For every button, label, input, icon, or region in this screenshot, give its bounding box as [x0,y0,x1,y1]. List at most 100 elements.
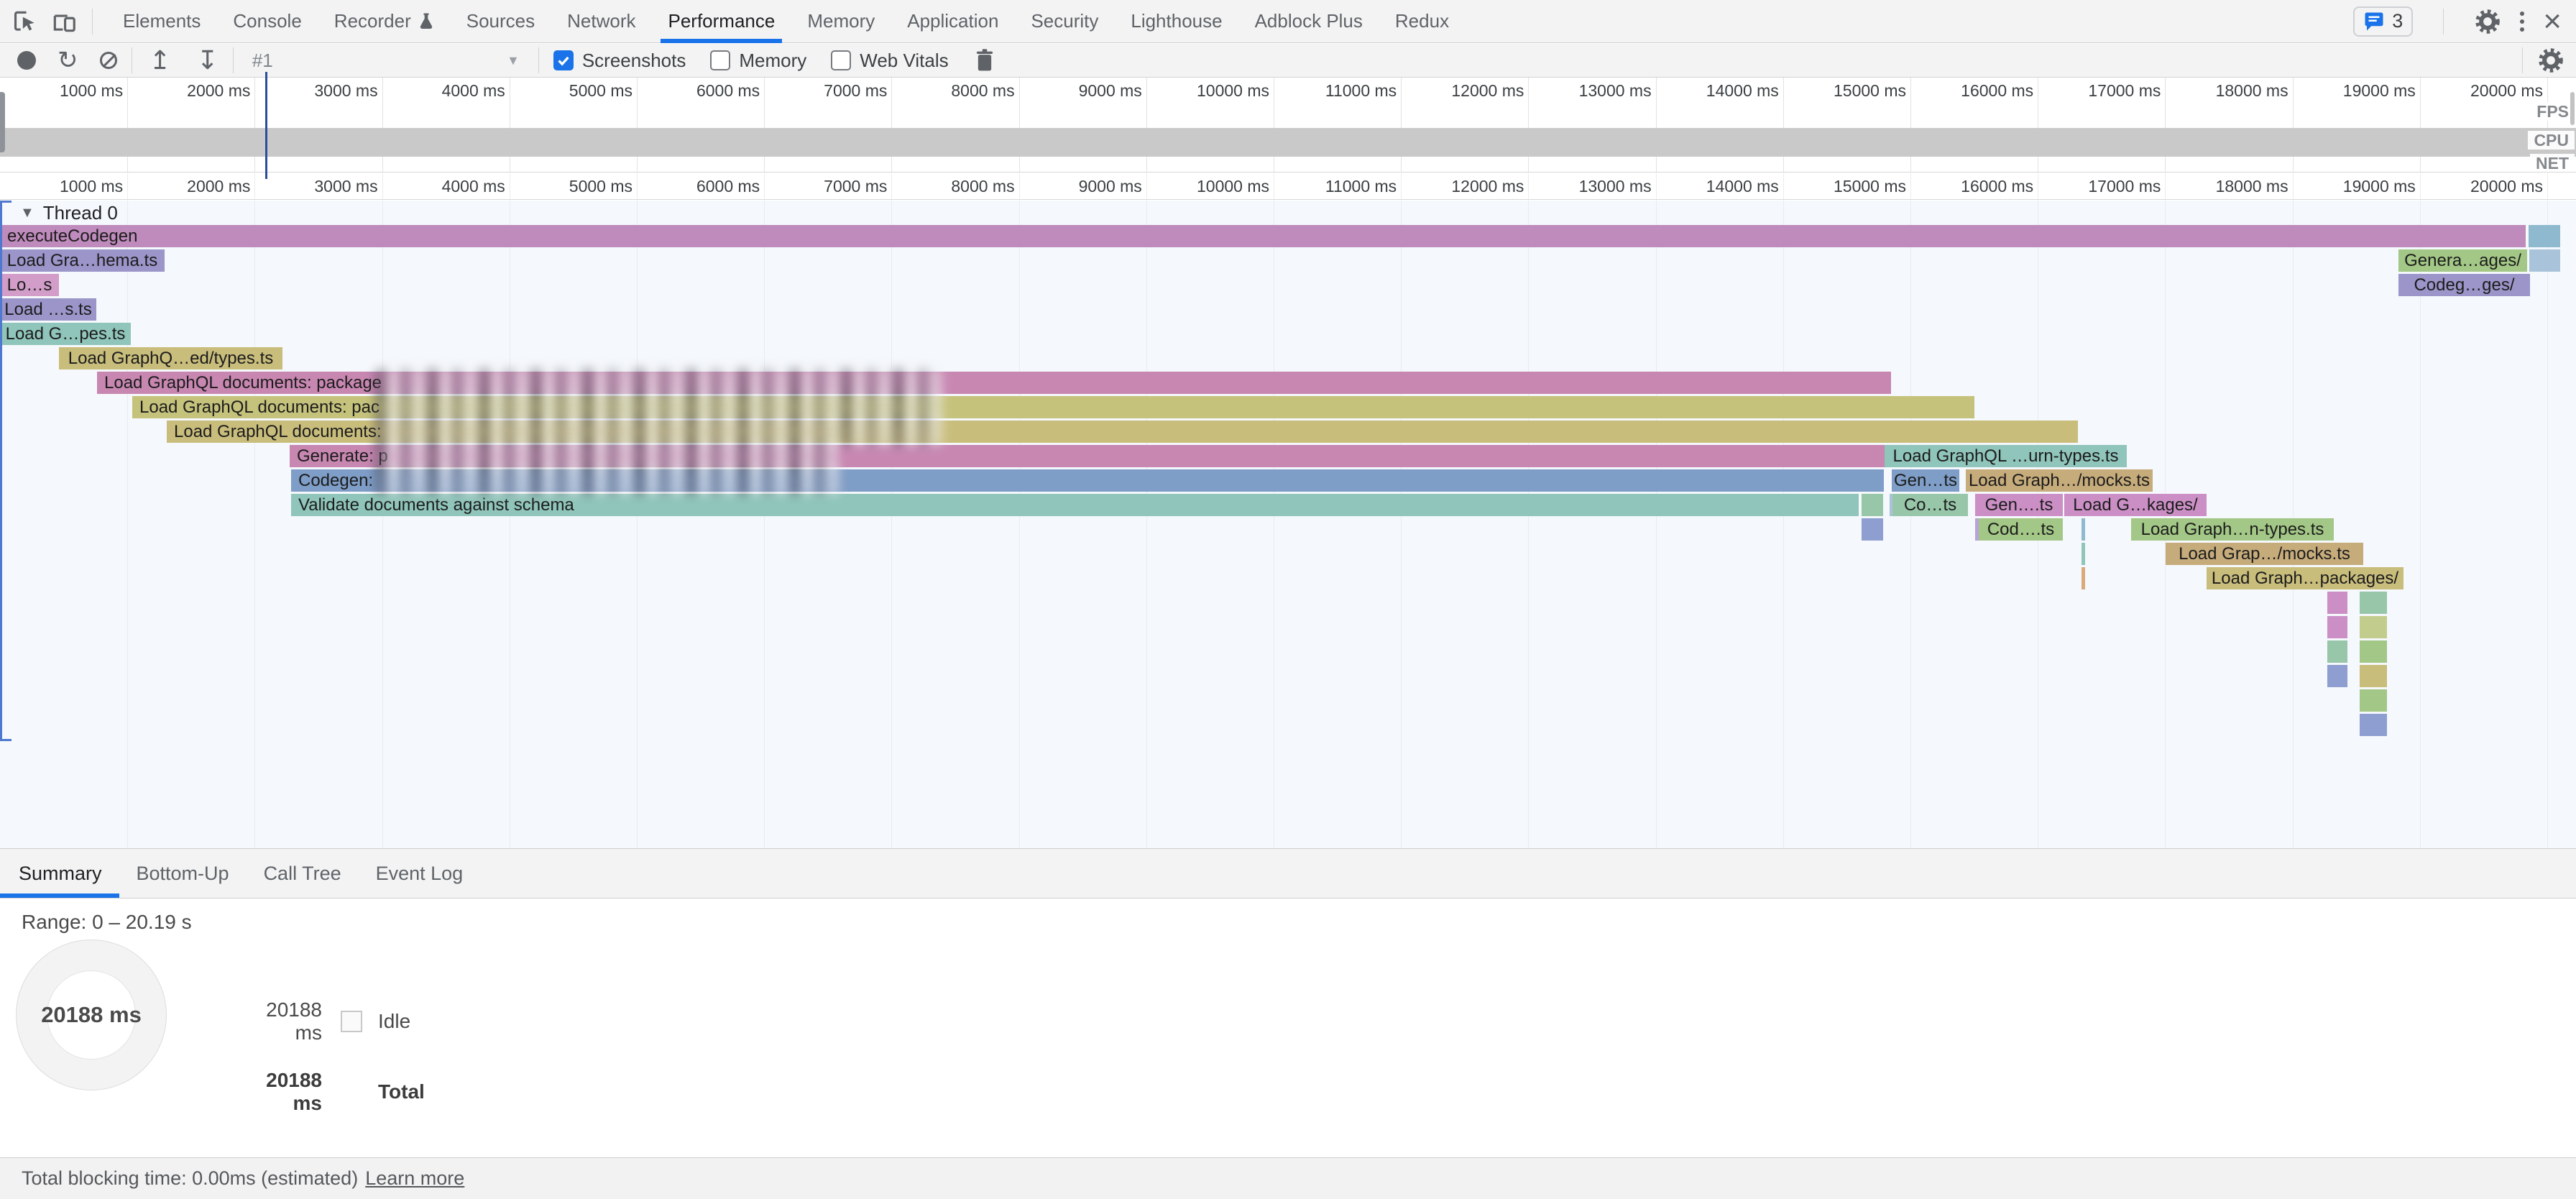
checkbox-screenshots[interactable]: Screenshots [553,50,686,72]
tab-recorder[interactable]: Recorder [334,0,434,43]
thread-header[interactable]: ▼ Thread 0 [20,202,118,224]
flame-bar[interactable]: Load Graph…/mocks.ts [1966,469,2153,492]
separator [2522,47,2523,73]
checkbox-box[interactable] [710,50,730,70]
flame-block[interactable] [2360,714,2387,736]
gridline [2420,78,2421,173]
profile-io-controls: ↥ ↧ [147,47,218,73]
flame-bar[interactable]: Codeg…ges/ [2398,274,2530,296]
details-tab-summary[interactable]: Summary [0,849,119,898]
tab-label: Elements [123,10,201,32]
tab-network[interactable]: Network [567,0,635,43]
flame-block[interactable] [2082,567,2085,589]
tab-adblock-plus[interactable]: Adblock Plus [1255,0,1363,43]
history-dropdown[interactable]: #1 ▼ [252,50,520,72]
flame-bar[interactable]: Load GraphQL …urn-types.ts [1885,445,2127,467]
flame-bar[interactable]: executeCodegen [0,225,2526,247]
flame-bar[interactable]: Gen….ts [1975,494,2063,516]
ruler-tick-label: 14000 ms [1664,177,1779,196]
load-profile-icon[interactable]: ↥ [150,47,171,73]
flame-bar[interactable]: Load Graph…packages/ [2207,567,2404,589]
flame-bar[interactable]: Load Gra…hema.ts [0,249,165,272]
flame-bar[interactable]: Cod….ts [1979,518,2063,541]
timeline-overview[interactable]: 1000 ms2000 ms3000 ms4000 ms5000 ms6000 … [0,78,2576,173]
flame-block[interactable] [2327,640,2347,663]
collapse-triangle-icon[interactable]: ▼ [20,205,34,221]
flame-bar[interactable]: Load Grap…/mocks.ts [2166,543,2363,565]
capture-settings-gear-icon[interactable] [2537,47,2564,74]
flame-block[interactable] [1862,518,1883,541]
flame-bar[interactable]: Genera…ages/ [2398,249,2527,272]
gridline [891,173,892,200]
learn-more-link[interactable]: Learn more [365,1167,464,1190]
details-tab-bottom-up[interactable]: Bottom-Up [119,849,247,898]
flame-block[interactable] [2082,518,2085,541]
flame-block[interactable] [1862,494,1883,516]
gridline [127,201,128,848]
flame-block[interactable] [2360,665,2387,687]
inspect-element-icon[interactable] [12,8,39,35]
overview-scrollbar[interactable] [2570,92,2575,125]
legend-swatch-empty [341,1081,362,1103]
record-button[interactable] [17,51,36,70]
tab-sources[interactable]: Sources [466,0,535,43]
flame-bar[interactable]: Co…ts [1892,494,1968,516]
flame-bar[interactable]: Load G…kages/ [2064,494,2207,516]
flame-block[interactable] [2529,249,2560,272]
ruler-tick-label: 10000 ms [1154,81,1269,101]
settings-gear-icon[interactable] [2474,8,2501,35]
issues-badge[interactable]: 3 [2353,6,2413,37]
flame-block[interactable] [2360,640,2387,663]
flame-bar[interactable]: Gen…ts [1892,469,1959,492]
checkbox-memory[interactable]: Memory [710,50,806,72]
flame-bar[interactable]: Load GraphQL documents: package [97,372,1891,394]
flame-block[interactable] [2327,592,2347,614]
overview-window-marker[interactable] [265,72,267,179]
tab-redux[interactable]: Redux [1395,0,1449,43]
checkbox-box[interactable] [553,50,574,70]
checkbox-web-vitals[interactable]: Web Vitals [831,50,948,72]
flame-block[interactable] [2360,616,2387,638]
flame-bar[interactable]: Load GraphQ…ed/types.ts [59,347,282,369]
details-tabbar: SummaryBottom-UpCall TreeEvent Log [0,848,2576,899]
flame-bar[interactable]: Validate documents against schema [291,494,1859,516]
tab-performance[interactable]: Performance [668,0,775,43]
flame-bar[interactable]: Load G…pes.ts [0,323,131,345]
flame-chart[interactable]: ▼ Thread 0 executeCodegenLoad Gra…hema.t… [0,201,2576,848]
gridline [1528,78,1529,173]
tab-application[interactable]: Application [907,0,998,43]
more-options-icon[interactable] [2517,9,2527,35]
overview-left-handle[interactable] [0,92,5,152]
flame-block[interactable] [2529,225,2560,247]
details-tab-event-log[interactable]: Event Log [359,849,481,898]
flame-block[interactable] [2082,543,2085,565]
save-profile-icon[interactable]: ↧ [197,47,218,73]
gridline [1783,78,1784,173]
lane-label-fps: FPS [2531,102,2575,121]
gridline [1528,173,1529,200]
details-tab-call-tree[interactable]: Call Tree [247,849,359,898]
toolbar-checkboxes: Screenshots Memory Web Vitals [553,50,973,72]
flame-block[interactable] [2327,616,2347,638]
ruler-tick-label: 16000 ms [1918,177,2033,196]
tab-elements[interactable]: Elements [123,0,201,43]
checkbox-box[interactable] [831,50,851,70]
flame-bar[interactable]: Load …s.ts [0,298,96,321]
tab-console[interactable]: Console [233,0,301,43]
gridline [1783,201,1784,848]
flame-block[interactable] [2360,592,2387,614]
flame-bar[interactable]: Load Graph…n-types.ts [2131,518,2334,541]
flame-block[interactable] [2360,689,2387,712]
close-icon[interactable]: × [2543,6,2562,37]
gridline [1401,173,1402,200]
tab-security[interactable]: Security [1031,0,1098,43]
flame-block[interactable] [2327,665,2347,687]
reload-and-record-icon[interactable]: ↻ [58,48,78,73]
tab-lighthouse[interactable]: Lighthouse [1131,0,1222,43]
ruler-tick-label: 19000 ms [2301,177,2416,196]
trash-icon[interactable] [973,48,996,73]
flame-bar[interactable]: Lo…s [0,274,59,296]
device-toolbar-icon[interactable] [50,8,78,35]
tab-memory[interactable]: Memory [807,0,875,43]
clear-icon[interactable] [100,52,117,69]
